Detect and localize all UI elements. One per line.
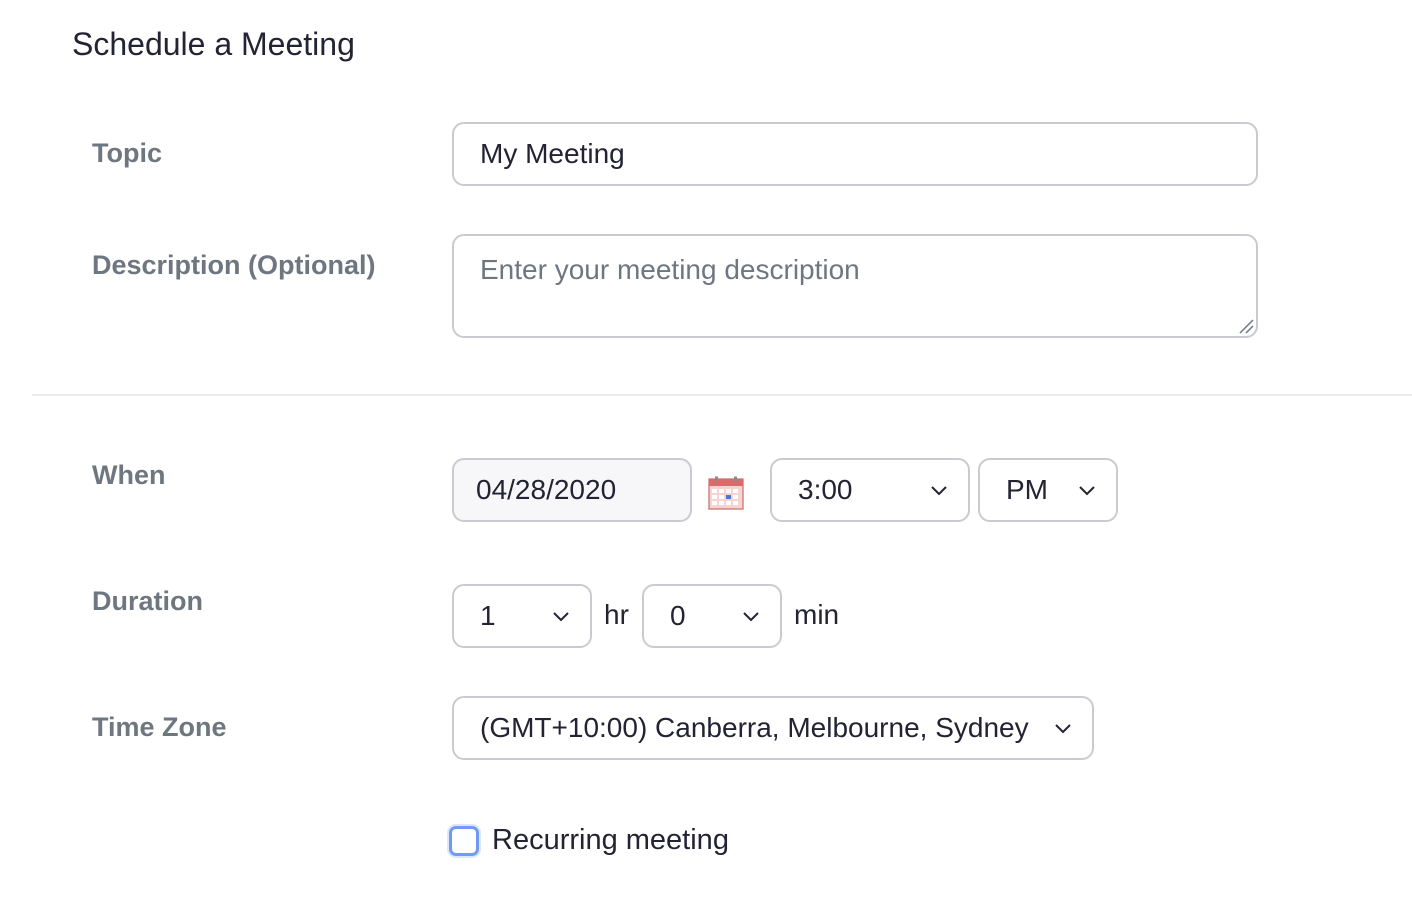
minutes-unit-label: min xyxy=(794,599,840,630)
timezone-value: (GMT+10:00) Canberra, Melbourne, Sydney xyxy=(480,712,1029,743)
hours-unit-label: hr xyxy=(604,599,629,630)
ampm-select[interactable]: PM xyxy=(978,458,1118,522)
topic-label: Topic xyxy=(92,138,162,168)
chevron-down-icon xyxy=(743,612,759,622)
chevron-down-icon xyxy=(1079,486,1095,496)
description-label: Description (Optional) xyxy=(92,250,376,280)
section-divider xyxy=(32,394,1412,396)
when-label: When xyxy=(92,460,166,490)
ampm-value: PM xyxy=(1006,474,1048,505)
chevron-down-icon xyxy=(931,486,947,496)
duration-minutes-select[interactable]: 0 xyxy=(642,584,782,648)
duration-label: Duration xyxy=(92,586,203,616)
date-input[interactable] xyxy=(452,458,692,522)
chevron-down-icon xyxy=(553,612,569,622)
duration-hours-select[interactable]: 1 xyxy=(452,584,592,648)
chevron-down-icon xyxy=(1055,724,1071,734)
duration-hours-value: 1 xyxy=(480,600,496,631)
recurring-meeting-checkbox[interactable] xyxy=(449,826,479,856)
resize-handle-icon[interactable] xyxy=(1238,318,1254,334)
timezone-label: Time Zone xyxy=(92,712,227,742)
time-value: 3:00 xyxy=(798,474,853,505)
calendar-icon[interactable] xyxy=(708,476,744,510)
topic-input[interactable] xyxy=(452,122,1258,186)
time-select[interactable]: 3:00 xyxy=(770,458,970,522)
page-title: Schedule a Meeting xyxy=(72,26,355,62)
description-textarea[interactable] xyxy=(452,234,1258,338)
duration-minutes-value: 0 xyxy=(670,600,686,631)
schedule-meeting-page: Schedule a Meeting Topic Description (Op… xyxy=(0,0,1412,916)
timezone-select[interactable]: (GMT+10:00) Canberra, Melbourne, Sydney xyxy=(452,696,1094,760)
recurring-meeting-label[interactable]: Recurring meeting xyxy=(492,824,729,857)
